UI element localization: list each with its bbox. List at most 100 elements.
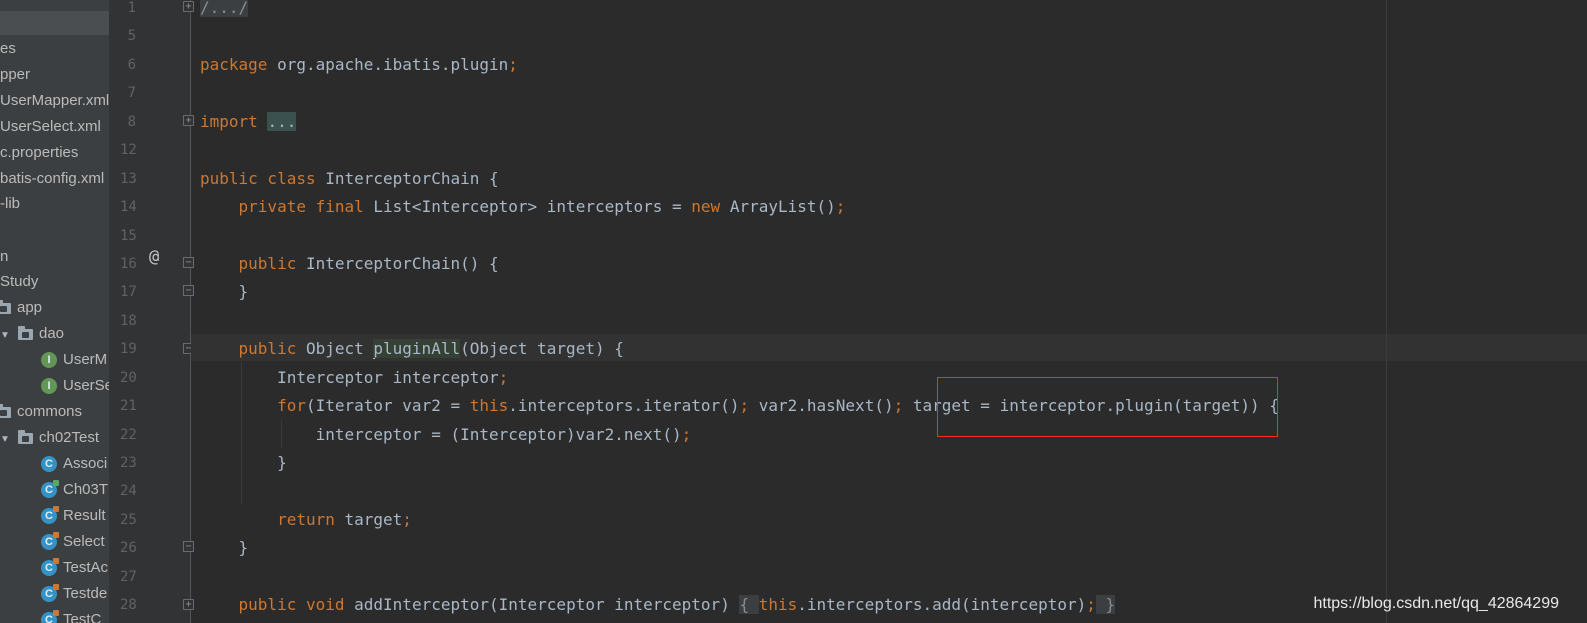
class-icon: C [41, 610, 59, 623]
keyword: import [200, 112, 258, 131]
tree-folder-ch02test[interactable]: ▼ ch02Test [0, 425, 99, 451]
tree-item-class[interactable]: C Associ [41, 451, 107, 477]
class-icon: C [41, 456, 57, 473]
class-icon: C [41, 584, 59, 603]
class-icon: C [41, 558, 59, 577]
code-text: } [238, 282, 249, 301]
code-text: } [238, 538, 249, 557]
tree-item-label: n [0, 248, 9, 265]
tree-item-label: TestAc [63, 559, 109, 576]
line-number: 22 [120, 427, 137, 443]
tree-item[interactable]: UserMapper.xml [0, 88, 109, 114]
code-line-28: public void addInterceptor(Interceptor i… [200, 591, 1116, 619]
folded-imports[interactable]: ... [267, 112, 297, 131]
line-number: 12 [120, 142, 137, 158]
code-text: (Object target) { [460, 339, 624, 358]
code-text: } [277, 453, 287, 472]
tree-item-class[interactable]: C Ch03T [41, 477, 108, 503]
code-text: org.apache.ibatis.plugin [267, 55, 509, 74]
code-text: var2.hasNext() [749, 396, 894, 415]
tree-item-interface[interactable]: I UserSe [41, 373, 109, 399]
tree-item-class[interactable]: C Testde [41, 581, 107, 607]
right-margin-guide [1386, 0, 1387, 623]
keyword: this [758, 595, 798, 614]
code-text: List<Interceptor> interceptors = [363, 197, 692, 216]
code-text: .interceptors.add(interceptor) [797, 595, 1087, 614]
method-name-highlighted: pluginAll [373, 339, 461, 358]
punct: ; [508, 55, 518, 74]
line-number: 28 [120, 597, 137, 613]
class-icon: C [41, 506, 59, 525]
punct: ; [681, 425, 692, 444]
selected-tree-row[interactable] [0, 11, 109, 35]
code-line-25: return target; [200, 506, 412, 534]
line-number: 8 [127, 114, 136, 130]
line-number: 5 [127, 28, 136, 44]
code-line-17: } [200, 278, 249, 306]
chevron-down-icon[interactable]: ▼ [0, 427, 10, 453]
folder-icon [0, 403, 11, 418]
code-line-6: package org.apache.ibatis.plugin; [200, 51, 518, 79]
folded-brace[interactable]: } [1095, 595, 1116, 614]
tree-item[interactable]: pper [0, 62, 30, 88]
keyword: public [238, 254, 297, 273]
tree-item-label: UserSelect.xml [0, 118, 101, 135]
line-number: 25 [120, 512, 137, 528]
line-number: 13 [120, 171, 137, 187]
tree-item-label: Ch03T [63, 481, 109, 498]
tree-item-class[interactable]: C TestC [41, 607, 101, 623]
code-text: target [334, 510, 403, 529]
line-number: 24 [120, 483, 137, 499]
tree-item[interactable]: c.properties [0, 140, 78, 166]
project-tree-panel: es pper UserMapper.xml UserSelect.xml c.… [0, 0, 109, 623]
keyword: public [238, 339, 297, 358]
code-text: Object [296, 339, 374, 358]
code-text: ArrayList() [720, 197, 836, 216]
panel-splitter[interactable] [109, 0, 120, 623]
tree-item-label: Select [63, 533, 105, 550]
watermark-text: https://blog.csdn.net/qq_42864299 [1313, 595, 1559, 612]
tree-item-class[interactable]: C Select [41, 529, 105, 555]
line-number: 7 [127, 85, 136, 101]
line-number: 17 [120, 284, 137, 300]
tree-folder-commons[interactable]: commons [0, 399, 82, 425]
code-text: interceptor = (Interceptor)var2.next() [315, 425, 682, 444]
tree-item[interactable]: UserSelect.xml [0, 114, 101, 140]
code-line-14: private final List<Interceptor> intercep… [200, 193, 846, 221]
tree-item[interactable]: es [0, 36, 16, 62]
folded-comment[interactable]: /.../ [200, 0, 249, 17]
override-method-icon[interactable]: @ [149, 247, 159, 267]
folder-icon [18, 325, 33, 340]
tree-item[interactable]: n [0, 244, 8, 270]
tree-folder-app[interactable]: app [0, 295, 42, 321]
tree-item-label: Testde [63, 585, 108, 602]
tree-item[interactable]: batis-config.xml [0, 166, 104, 192]
tree-item-label: batis-config.xml [0, 170, 105, 187]
keyword: private final [238, 197, 364, 216]
tree-item-label: Study [0, 273, 39, 290]
punct: ; [498, 368, 509, 387]
code-line-16: public InterceptorChain() { [200, 250, 499, 278]
tree-folder-dao[interactable]: ▼ dao [0, 321, 64, 347]
keyword: public class [200, 169, 316, 188]
tree-item[interactable]: -lib [0, 191, 20, 217]
chevron-down-icon[interactable]: ▼ [0, 323, 10, 349]
folded-brace[interactable]: { [739, 595, 759, 614]
keyword: return [277, 510, 335, 529]
tree-item-label: Result [63, 507, 106, 524]
line-number: 15 [120, 228, 137, 244]
tree-item-interface[interactable]: I UserM [41, 347, 107, 373]
tree-item[interactable]: Study [0, 269, 38, 295]
punct: ; [739, 396, 750, 415]
tree-item-label: app [17, 299, 43, 316]
annotation-highlight-box [937, 377, 1278, 437]
keyword: this [469, 396, 509, 415]
punct: ; [893, 396, 904, 415]
tree-item-label: -lib [0, 195, 21, 212]
code-line-13: public class InterceptorChain { [200, 165, 499, 193]
code-line-19: public Object pluginAll(Object target) { [200, 335, 624, 363]
line-number: 26 [120, 540, 137, 556]
tree-item-class[interactable]: C TestAc [41, 555, 108, 581]
punct: ; [1086, 595, 1096, 614]
tree-item-class[interactable]: C Result [41, 503, 106, 529]
